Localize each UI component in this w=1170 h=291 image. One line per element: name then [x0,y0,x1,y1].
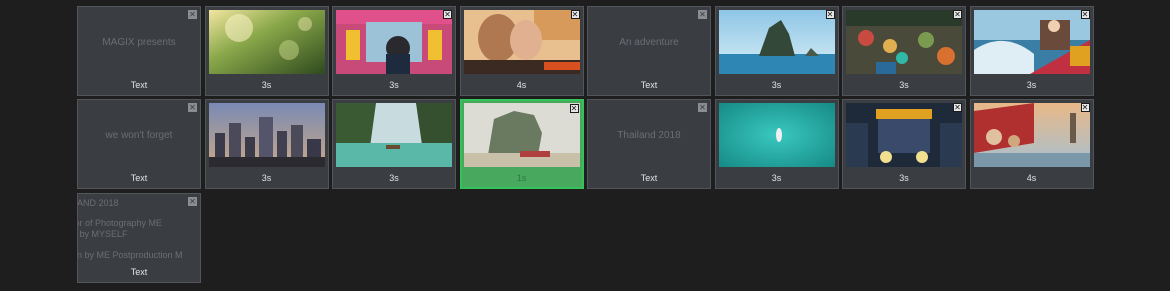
close-icon[interactable]: ✕ [443,10,452,19]
credits-line: en by ME Postproduction M [77,250,183,260]
photo-clip[interactable]: ✕ 4s [969,99,1094,189]
close-icon[interactable]: ✕ [698,10,707,19]
text-clip-title: Thailand 2018 [617,130,681,141]
photo-clip[interactable]: 3s [714,99,839,189]
close-icon[interactable]: ✕ [188,10,197,19]
clip-caption: 4s [1026,173,1037,183]
lagoon-aerial-photo-icon [718,103,835,167]
clip-caption: 3s [1026,80,1037,90]
photo-clip[interactable]: ✕ 3s [969,6,1094,96]
market-photo-icon [846,10,962,74]
tuk-tuk-photo-icon [336,10,452,74]
close-icon[interactable]: ✕ [1080,10,1090,19]
island-photo-icon [718,10,835,74]
close-icon[interactable]: ✕ [953,10,962,19]
photo-clip[interactable]: ✕ 3s [842,6,966,96]
close-icon[interactable]: ✕ [1080,103,1090,112]
photo-clip[interactable]: 3s [332,99,456,189]
photo-clip[interactable]: 3s [204,99,329,189]
text-clip-title: An adventure [619,37,679,48]
couple-photo-icon [463,10,580,74]
clip-caption: 4s [516,80,527,90]
tuk-tuk-night-photo-icon [846,103,962,167]
close-icon[interactable]: ✕ [188,103,197,112]
photo-clip[interactable]: ✕ 3s [332,6,456,96]
text-clip[interactable]: we won't forget ✕ Text [77,99,201,189]
clip-caption: 3s [389,80,399,90]
text-clip-title: MAGIX presents [102,37,176,48]
storyboard: MAGIX presents ✕ Text 3s ✕ 3s ✕ 4s An ad… [77,6,1094,286]
credits-line: LAND 2018 [77,198,119,208]
close-icon[interactable]: ✕ [953,103,962,112]
clip-caption: Text [640,173,658,183]
close-icon[interactable]: ✕ [825,10,835,19]
city-skyline-photo-icon [208,103,325,167]
close-icon[interactable]: ✕ [188,197,197,206]
clip-caption: Text [130,267,148,277]
clip-caption: 3s [389,173,399,183]
boat-ride-photo-icon [973,10,1090,74]
close-icon[interactable]: ✕ [569,104,579,113]
close-icon[interactable]: ✕ [698,103,707,112]
text-clip[interactable]: Thailand 2018 ✕ Text [587,99,711,189]
bay-photo-icon [336,103,452,167]
bokeh-photo-icon [208,10,325,74]
clip-caption: Text [130,80,148,90]
credits-line: tor of Photography ME [77,218,163,228]
text-clip[interactable]: MAGIX presents ✕ Text [77,6,201,96]
rock-beach-photo-icon [463,103,580,167]
clip-caption: Text [640,80,658,90]
credits-text-clip[interactable]: LAND 2018 tor of Photography ME d by MYS… [77,193,201,283]
photo-clip[interactable]: ✕ 4s [459,6,584,96]
clip-caption: 3s [771,173,782,183]
text-clip-title: we won't forget [105,130,173,141]
clip-caption: 3s [261,173,272,183]
close-icon[interactable]: ✕ [570,10,580,19]
photo-clip-selected[interactable]: ✕ 1s [459,99,584,189]
photo-clip[interactable]: ✕ 3s [842,99,966,189]
photo-clip[interactable]: 3s [204,6,329,96]
credits-line: d by MYSELF [77,229,128,239]
clip-caption: 3s [899,80,909,90]
clip-caption: 3s [261,80,272,90]
clip-caption: Text [130,173,148,183]
photo-clip[interactable]: ✕ 3s [714,6,839,96]
clip-caption: 3s [771,80,782,90]
clip-caption: 1s [516,173,527,183]
text-clip[interactable]: An adventure ✕ Text [587,6,711,96]
longtail-boat-photo-icon [973,103,1090,167]
clip-caption: 3s [899,173,909,183]
